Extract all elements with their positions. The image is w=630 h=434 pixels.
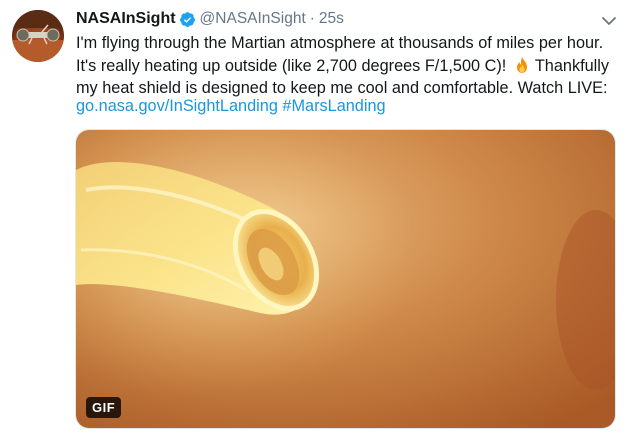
avatar-image [12, 10, 64, 62]
timestamp[interactable]: 25s [319, 10, 344, 28]
tweet-header: NASAInSight @NASAInSight · 25s [76, 8, 344, 30]
chevron-down-icon[interactable] [600, 12, 618, 30]
fire-emoji-icon [513, 56, 531, 74]
gif-media[interactable]: GIF [75, 129, 616, 429]
hashtag-link[interactable]: #MarsLanding [282, 97, 385, 115]
tweet-links: go.nasa.gov/InSightLanding #MarsLanding [76, 95, 386, 117]
separator-dot: · [309, 10, 315, 27]
tweet-text: I'm flying through the Martian atmospher… [76, 32, 616, 100]
tweet-card[interactable]: NASAInSight @NASAInSight · 25s I'm flyin… [0, 0, 630, 434]
verified-badge-icon [179, 11, 196, 28]
avatar[interactable] [12, 10, 64, 62]
author-name[interactable]: NASAInSight [76, 10, 176, 28]
heat-shield-gif-frame [76, 130, 615, 428]
landing-link[interactable]: go.nasa.gov/InSightLanding [76, 97, 278, 115]
gif-badge: GIF [86, 397, 122, 418]
author-handle[interactable]: @NASAInSight [200, 10, 306, 28]
